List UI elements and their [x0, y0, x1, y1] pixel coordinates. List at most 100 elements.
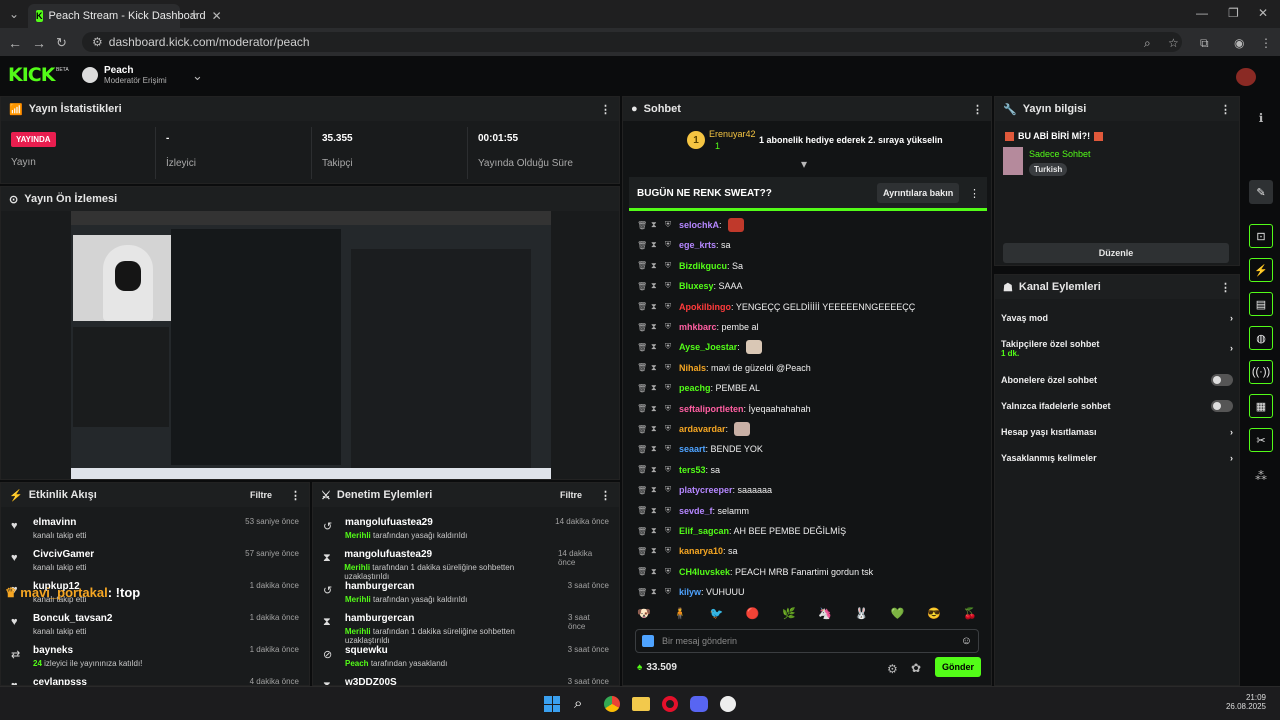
subs-only-row[interactable]: Abonelere özel sohbet: [1001, 367, 1233, 393]
delete-icon[interactable]: 🗑: [637, 302, 647, 311]
delete-icon[interactable]: 🗑: [637, 465, 647, 474]
delete-icon[interactable]: 🗑: [637, 363, 647, 372]
emote-icon[interactable]: 🐰: [855, 607, 869, 623]
chat-username[interactable]: selochkA: [679, 220, 719, 230]
chat-username[interactable]: Bizdikgucu: [679, 261, 727, 271]
edit-pencil-icon[interactable]: ✎: [1249, 180, 1273, 204]
timeout-icon[interactable]: ⧗: [651, 587, 659, 597]
chat-username[interactable]: mhkbarc: [679, 322, 717, 332]
profile-icon[interactable]: ◉: [1234, 36, 1244, 50]
delete-icon[interactable]: 🗑: [637, 588, 647, 597]
mod-target-user[interactable]: hamburgercan: [345, 613, 560, 624]
timeout-icon[interactable]: ⧗: [651, 546, 659, 556]
connections-icon[interactable]: ⁂: [1249, 464, 1273, 488]
chat-username[interactable]: kanarya10: [679, 546, 723, 556]
ban-icon[interactable]: ⛨: [665, 261, 673, 271]
timeout-icon[interactable]: ⧗: [651, 424, 659, 434]
ban-icon[interactable]: ⛨: [665, 506, 673, 516]
delete-icon[interactable]: 🗑: [637, 241, 647, 250]
mod-target-user[interactable]: w3DDZ00S: [345, 677, 397, 685]
ban-icon[interactable]: ⛨: [665, 240, 673, 250]
mod-target-user[interactable]: squewku: [345, 645, 447, 656]
bookmark-star-icon[interactable]: ☆: [1168, 36, 1179, 50]
browser-menu-icon[interactable]: ⋮: [1260, 36, 1272, 50]
ban-icon[interactable]: ⛨: [665, 424, 673, 434]
filter-button[interactable]: Filtre: [250, 490, 272, 500]
activity-user[interactable]: elmavinn: [33, 517, 86, 528]
emote-icon[interactable]: 🦄: [818, 607, 832, 623]
kick-logo[interactable]: KICK: [8, 64, 55, 86]
chrome-icon[interactable]: [604, 696, 620, 712]
app-icon[interactable]: [720, 696, 736, 712]
edit-button[interactable]: Düzenle: [1003, 243, 1229, 263]
lightning-icon[interactable]: ⚡: [1249, 258, 1273, 282]
timeout-icon[interactable]: ⧗: [651, 465, 659, 475]
timeout-icon[interactable]: ⧗: [651, 322, 659, 332]
ban-icon[interactable]: ⛨: [665, 322, 673, 332]
chat-username[interactable]: sevde_f: [679, 506, 713, 516]
chat-username[interactable]: platycreeper: [679, 485, 733, 495]
poll-more-icon[interactable]: ⋮: [969, 187, 980, 200]
chat-username[interactable]: peachg: [679, 383, 711, 393]
delete-icon[interactable]: 🗑: [637, 567, 647, 576]
ban-icon[interactable]: ⛨: [665, 444, 673, 454]
category-link[interactable]: Sadece Sohbet: [1029, 149, 1091, 159]
timeout-icon[interactable]: ⧗: [651, 261, 659, 271]
chat-username[interactable]: ardavardar: [679, 424, 726, 434]
reload-icon[interactable]: ↻: [56, 35, 67, 51]
channel-points[interactable]: ♠ 33.509: [637, 662, 677, 673]
emoji-icon[interactable]: ☺: [961, 635, 972, 647]
timeout-icon[interactable]: ⧗: [651, 302, 659, 312]
mod-target-user[interactable]: hamburgercan: [345, 581, 467, 592]
ban-icon[interactable]: ⛨: [665, 281, 673, 291]
send-button[interactable]: Gönder: [935, 657, 981, 677]
extensions-icon[interactable]: ⧉: [1200, 36, 1209, 51]
timeout-icon[interactable]: ⧗: [651, 444, 659, 454]
delete-icon[interactable]: 🗑: [637, 261, 647, 270]
site-info-icon[interactable]: ⚙: [92, 35, 103, 49]
ban-icon[interactable]: ⛨: [665, 404, 673, 414]
tag-chip[interactable]: Turkish: [1029, 163, 1068, 176]
filter-button[interactable]: Filtre: [560, 490, 582, 500]
new-tab-icon[interactable]: +: [186, 6, 202, 23]
timeout-icon[interactable]: ⧗: [651, 363, 659, 373]
emotes-only-toggle[interactable]: [1211, 400, 1233, 412]
emote-picker-icon[interactable]: ✿: [911, 661, 921, 675]
chat-username[interactable]: Elif_sagcan: [679, 526, 729, 536]
ban-icon[interactable]: ⛨: [665, 526, 673, 536]
chat-username[interactable]: Apokilbingo: [679, 302, 731, 312]
delete-icon[interactable]: 🗑: [637, 384, 647, 393]
ban-icon[interactable]: ⛨: [665, 465, 673, 475]
maximize-icon[interactable]: ❐: [1228, 6, 1239, 20]
activity-user[interactable]: bayneks: [33, 645, 142, 656]
emote-icon[interactable]: 😎: [927, 607, 941, 623]
more-options-icon[interactable]: ⋮: [972, 103, 983, 116]
delete-icon[interactable]: 🗑: [637, 486, 647, 495]
activity-user[interactable]: Boncuk_tavsan2: [33, 613, 112, 624]
timeout-icon[interactable]: ⧗: [651, 506, 659, 516]
timeout-icon[interactable]: ⧗: [651, 567, 659, 577]
ban-icon[interactable]: ⛨: [665, 567, 673, 577]
broadcast-icon[interactable]: ((·)): [1249, 360, 1273, 384]
banned-words-row[interactable]: Yasaklanmış kelimeler ›: [1001, 445, 1233, 471]
delete-icon[interactable]: 🗑: [637, 282, 647, 291]
discord-icon[interactable]: [690, 696, 708, 712]
emote-icon[interactable]: 💚: [891, 607, 905, 623]
mod-target-user[interactable]: mangolufuastea29: [344, 549, 550, 560]
close-tab-icon[interactable]: ✕: [212, 9, 222, 23]
delete-icon[interactable]: 🗑: [637, 547, 647, 556]
info-icon[interactable]: ℹ: [1249, 106, 1273, 130]
chat-username[interactable]: Nihals: [679, 363, 706, 373]
back-icon[interactable]: ←: [8, 35, 22, 51]
close-window-icon[interactable]: ✕: [1258, 6, 1268, 20]
chat-bubble-icon[interactable]: ◍: [1249, 326, 1273, 350]
mod-target-user[interactable]: mangolufuastea29: [345, 517, 467, 528]
more-options-icon[interactable]: ⋮: [600, 489, 611, 502]
ban-icon[interactable]: ⛨: [665, 383, 673, 393]
delete-icon[interactable]: 🗑: [637, 445, 647, 454]
delete-icon[interactable]: 🗑: [637, 343, 647, 352]
tab-list-icon[interactable]: ⌄: [6, 6, 22, 22]
gift-prompt[interactable]: 1 abonelik hediye ederek 2. sıraya yükse…: [759, 135, 943, 145]
stream-video[interactable]: [71, 211, 551, 479]
ban-icon[interactable]: ⛨: [665, 302, 673, 312]
